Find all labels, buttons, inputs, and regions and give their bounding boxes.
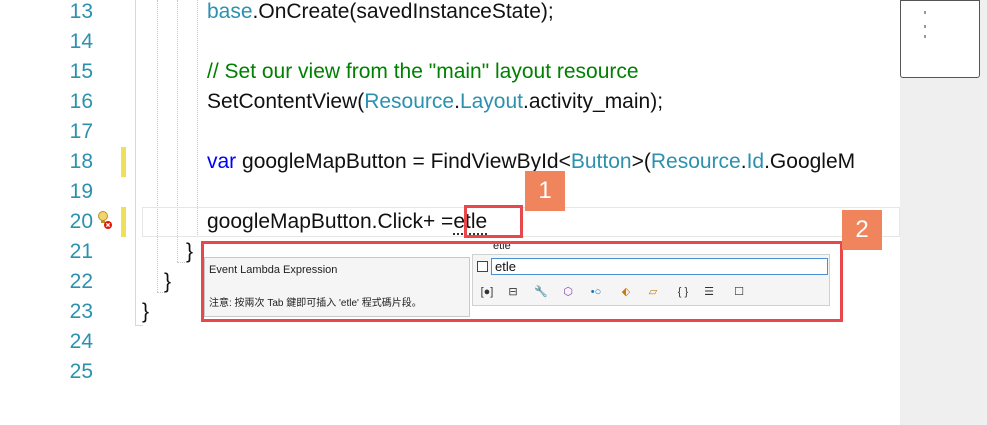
code-token: var: [207, 150, 237, 173]
line-number: 21: [69, 240, 93, 263]
code-token: Button: [570, 150, 632, 173]
code-line-16[interactable]: SetContentView(Resource.Layout.activity_…: [207, 87, 663, 117]
code-token: Resource: [650, 150, 741, 173]
callout-highlight-1: [464, 205, 523, 238]
line-number: 18: [69, 150, 93, 173]
change-marker: [121, 147, 126, 177]
callout-highlight-2: [201, 241, 843, 322]
line-number: 23: [69, 300, 93, 323]
line-number: 25: [69, 360, 93, 383]
code-line-20[interactable]: googleMapButton.Click+ =etle: [207, 207, 488, 237]
line-number: 17: [69, 120, 93, 143]
line-number-gutter: 13 14 15 16 17 18 19 20 21 22 23 24 25: [0, 0, 95, 425]
line-number: 16: [69, 90, 93, 113]
code-token: SetContentView(: [207, 90, 365, 113]
line-number: 22: [69, 270, 93, 293]
lightbulb-error-icon[interactable]: [97, 210, 113, 232]
change-marker: [121, 207, 126, 237]
minimap-marker: [924, 35, 926, 38]
code-token: Id: [746, 150, 765, 173]
closing-brace: }: [142, 300, 150, 323]
callout-badge-2: 2: [842, 210, 882, 250]
minimap-thumb[interactable]: [900, 0, 980, 78]
code-token: googleMapButton.Click+ =: [207, 210, 454, 233]
line-number: 19: [69, 180, 93, 203]
line-number: 20: [69, 210, 93, 233]
minimap-marker: [924, 25, 926, 28]
line-number: 24: [69, 330, 93, 353]
callout-badge-1: 1: [525, 171, 565, 211]
code-token: >(: [631, 150, 651, 173]
code-token: googleMapButton = FindViewById<: [236, 150, 571, 173]
code-token: .OnCreate(savedInstanceState);: [252, 0, 554, 23]
code-token: .activity_main);: [523, 90, 664, 113]
code-token: Resource: [364, 90, 455, 113]
closing-brace: }: [164, 270, 172, 293]
code-line-15[interactable]: // Set our view from the "main" layout r…: [207, 57, 639, 87]
line-number: 13: [69, 0, 93, 23]
minimap-marker: [924, 11, 926, 14]
line-number: 15: [69, 60, 93, 83]
code-line-13[interactable]: base.OnCreate(savedInstanceState);: [207, 0, 554, 27]
code-token: base: [207, 0, 253, 23]
line-number: 14: [69, 30, 93, 53]
code-token: Layout: [459, 90, 523, 113]
code-token: .GoogleM: [764, 150, 856, 173]
closing-brace: }: [186, 240, 194, 263]
